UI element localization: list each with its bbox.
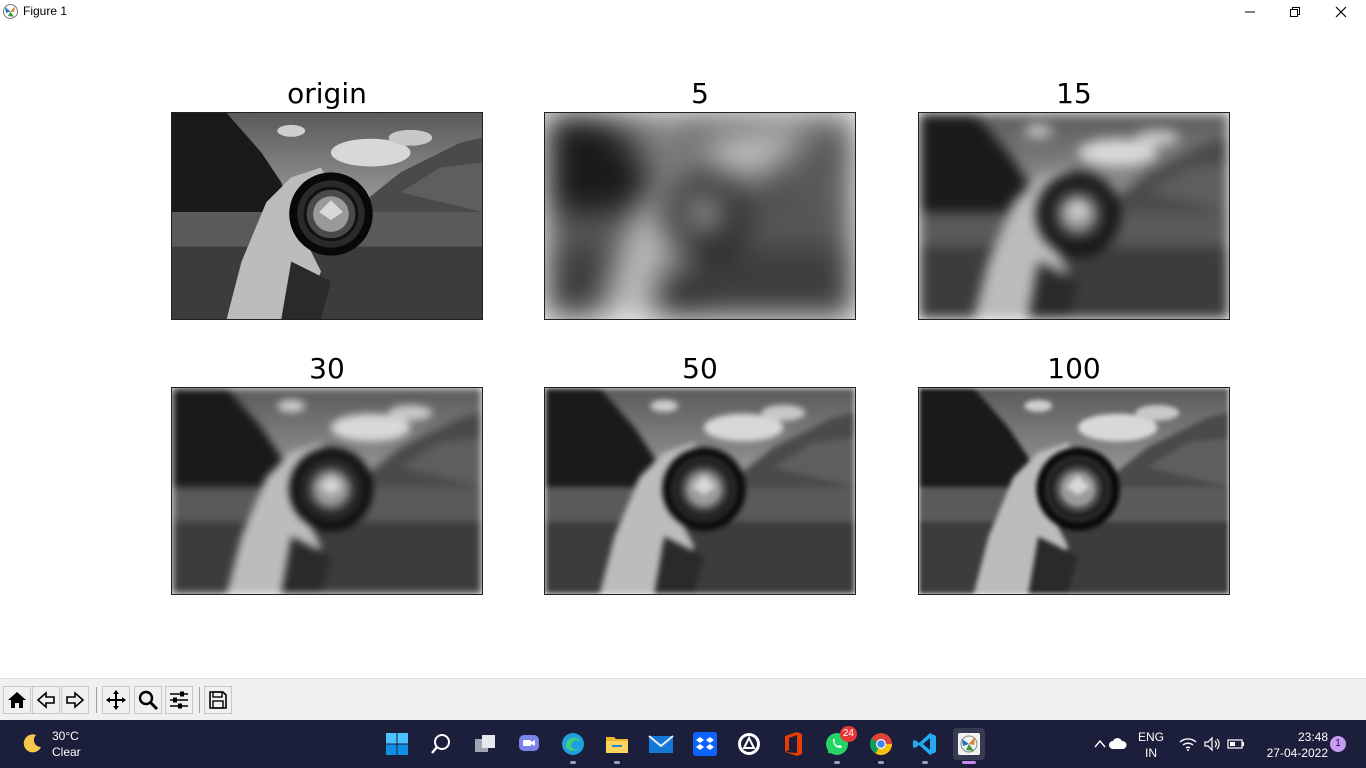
subplot-image-5 bbox=[544, 112, 856, 320]
app-button[interactable] bbox=[733, 728, 765, 760]
toolbar-separator bbox=[96, 687, 97, 713]
running-indicator bbox=[878, 761, 884, 764]
close-icon bbox=[1335, 6, 1347, 18]
back-icon bbox=[36, 691, 55, 709]
toolbar-separator bbox=[199, 687, 200, 713]
edge-button[interactable] bbox=[557, 728, 589, 764]
subplot-title-origin: origin bbox=[287, 77, 367, 110]
whatsapp-unread-badge: 24 bbox=[839, 726, 857, 742]
subplot-image-100 bbox=[918, 387, 1230, 595]
clock-date[interactable]: 27-04-2022 bbox=[1252, 746, 1328, 760]
task-view-icon bbox=[475, 735, 495, 752]
close-button[interactable] bbox=[1318, 0, 1364, 24]
running-indicator bbox=[922, 761, 928, 764]
matplotlib-app-icon bbox=[2, 3, 19, 20]
chrome-icon bbox=[870, 733, 892, 755]
subplot-title-5: 5 bbox=[691, 77, 709, 110]
wifi-icon bbox=[1179, 738, 1197, 751]
window-title: Figure 1 bbox=[23, 4, 68, 18]
teams-chat-button[interactable] bbox=[513, 728, 545, 760]
configure-subplots-button[interactable] bbox=[165, 686, 193, 714]
matplotlib-figure-button[interactable] bbox=[953, 728, 985, 764]
chrome-button[interactable] bbox=[865, 728, 897, 764]
battery-button[interactable] bbox=[1220, 728, 1252, 760]
onedrive-button[interactable] bbox=[1102, 728, 1134, 760]
zoom-icon bbox=[138, 690, 159, 711]
subplot-image-origin bbox=[171, 112, 483, 320]
pan-icon bbox=[106, 690, 126, 710]
vscode-button[interactable] bbox=[909, 728, 941, 764]
file-explorer-button[interactable] bbox=[601, 728, 633, 764]
app-icon bbox=[738, 733, 760, 755]
running-indicator bbox=[834, 761, 840, 764]
matplotlib-figure-icon bbox=[958, 733, 980, 755]
file-explorer-icon bbox=[606, 737, 628, 753]
home-icon bbox=[8, 692, 26, 708]
minimize-button[interactable] bbox=[1227, 0, 1273, 24]
restore-icon bbox=[1290, 7, 1300, 17]
edge-icon bbox=[562, 733, 584, 755]
whatsapp-button[interactable]: 24 bbox=[821, 726, 857, 764]
battery-icon bbox=[1227, 739, 1244, 749]
start-button[interactable] bbox=[381, 728, 413, 760]
subplot-title-30: 30 bbox=[309, 352, 345, 385]
subplot-title-100: 100 bbox=[1047, 352, 1101, 385]
subplot-image-15 bbox=[918, 112, 1230, 320]
window-title-bar: Figure 1 bbox=[0, 0, 1366, 24]
cloud-icon bbox=[1109, 738, 1127, 749]
clock-time[interactable]: 23:48 bbox=[1258, 730, 1328, 744]
back-button[interactable] bbox=[32, 686, 60, 714]
figure-canvas[interactable]: origin 5 15 30 50 100 bbox=[0, 24, 1366, 678]
subplot-image-30 bbox=[171, 387, 483, 595]
search-icon bbox=[431, 734, 450, 754]
restore-button[interactable] bbox=[1272, 0, 1318, 24]
save-button[interactable] bbox=[204, 686, 232, 714]
taskbar: 30°C Clear 24 ENG IN 23:48 27-04-2022 bbox=[0, 720, 1366, 768]
subplot-title-15: 15 bbox=[1056, 77, 1092, 110]
moon-icon[interactable] bbox=[22, 732, 44, 754]
dropbox-button[interactable] bbox=[689, 728, 721, 760]
notification-count-badge[interactable]: 1 bbox=[1330, 736, 1346, 752]
running-indicator bbox=[962, 761, 976, 764]
zoom-button[interactable] bbox=[134, 686, 162, 714]
forward-button[interactable] bbox=[61, 686, 89, 714]
save-icon bbox=[209, 691, 227, 709]
start-icon bbox=[386, 733, 408, 755]
weather-condition[interactable]: Clear bbox=[52, 745, 81, 759]
mail-button[interactable] bbox=[645, 728, 677, 760]
minimize-icon bbox=[1245, 11, 1255, 13]
volume-icon bbox=[1204, 736, 1220, 752]
task-view-button[interactable] bbox=[469, 728, 501, 760]
office-icon bbox=[785, 732, 802, 756]
language-indicator[interactable]: ENG bbox=[1136, 730, 1166, 744]
subplot-title-50: 50 bbox=[682, 352, 718, 385]
search-button[interactable] bbox=[425, 728, 457, 760]
running-indicator bbox=[614, 761, 620, 764]
running-indicator bbox=[570, 761, 576, 764]
home-button[interactable] bbox=[3, 686, 31, 714]
navigation-toolbar bbox=[0, 678, 1366, 720]
dropbox-icon bbox=[693, 732, 717, 756]
vscode-icon bbox=[913, 733, 936, 755]
teams-chat-icon bbox=[519, 735, 539, 751]
subplot-image-50 bbox=[544, 387, 856, 595]
configure-subplots-icon bbox=[170, 691, 188, 709]
pan-button[interactable] bbox=[102, 686, 130, 714]
forward-icon bbox=[66, 691, 85, 709]
input-region-indicator[interactable]: IN bbox=[1136, 746, 1166, 760]
mail-icon bbox=[648, 735, 674, 753]
weather-temperature[interactable]: 30°C bbox=[52, 729, 79, 743]
office-button[interactable] bbox=[777, 728, 809, 760]
